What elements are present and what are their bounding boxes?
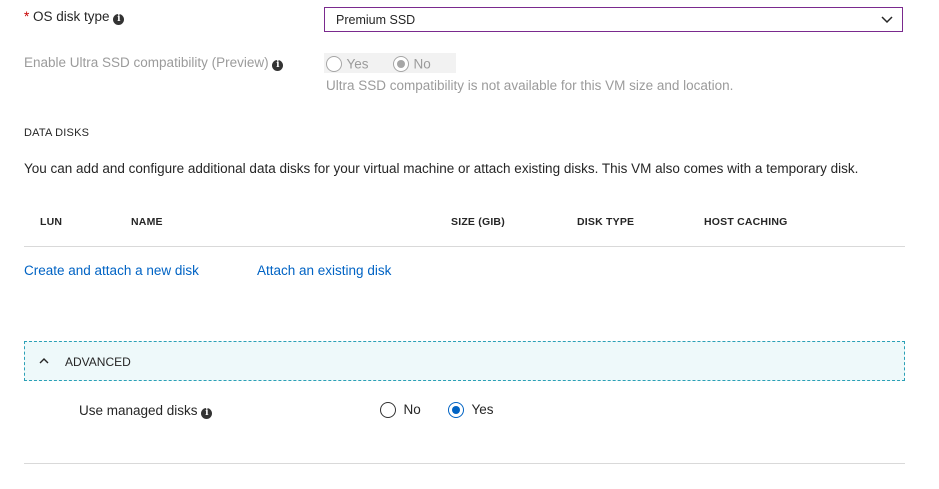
os-disk-type-select[interactable]: Premium SSD xyxy=(324,7,903,32)
create-new-disk-link[interactable]: Create and attach a new disk xyxy=(24,263,199,278)
info-icon[interactable]: i xyxy=(272,60,284,71)
column-header-disk-type: DISK TYPE xyxy=(577,216,635,228)
column-header-lun: LUN xyxy=(40,216,63,228)
data-disks-heading: DATA DISKS xyxy=(24,127,90,139)
managed-disks-label: Use managed disks xyxy=(79,403,198,418)
table-divider xyxy=(24,246,905,247)
column-header-size: SIZE (GIB) xyxy=(451,216,505,228)
managed-disks-yes-label: Yes xyxy=(471,402,494,418)
required-asterisk: * xyxy=(24,9,30,24)
ultra-ssd-yes-option: Yes xyxy=(326,55,368,73)
ultra-ssd-yes-label: Yes xyxy=(346,56,369,72)
ultra-ssd-label-row: Enable Ultra SSD compatibility (Preview)… xyxy=(24,55,284,71)
managed-disks-no-label: No xyxy=(403,402,421,418)
data-disks-description: You can add and configure additional dat… xyxy=(24,161,859,176)
os-disk-type-value: Premium SSD xyxy=(336,13,416,27)
advanced-section-toggle[interactable]: ADVANCED xyxy=(24,341,905,381)
section-divider xyxy=(24,463,905,464)
column-header-host-caching: HOST CACHING xyxy=(704,216,788,228)
chevron-up-icon xyxy=(38,354,50,372)
info-icon[interactable]: i xyxy=(113,14,125,25)
ultra-ssd-no-option: No xyxy=(393,55,431,73)
ultra-ssd-label: Enable Ultra SSD compatibility (Preview) xyxy=(24,55,269,70)
column-header-name: NAME xyxy=(131,216,163,228)
info-icon[interactable]: i xyxy=(201,408,213,419)
managed-disks-yes-radio[interactable] xyxy=(448,401,464,418)
ultra-ssd-no-radio xyxy=(393,55,409,72)
os-disk-type-label-row: * OS disk type i xyxy=(24,9,125,25)
ultra-ssd-note: Ultra SSD compatibility is not available… xyxy=(326,78,734,93)
chevron-down-icon xyxy=(880,12,894,29)
ultra-ssd-yes-radio xyxy=(326,55,342,72)
managed-disks-no-radio[interactable] xyxy=(380,401,396,418)
attach-existing-disk-link[interactable]: Attach an existing disk xyxy=(257,263,391,278)
ultra-ssd-radio-group: Yes No xyxy=(324,53,456,73)
managed-disks-label-row: Use managed disks i xyxy=(79,403,213,419)
managed-disks-no-option[interactable]: No xyxy=(380,401,421,419)
advanced-section-label: ADVANCED xyxy=(65,355,131,369)
managed-disks-yes-option[interactable]: Yes xyxy=(448,401,493,419)
ultra-ssd-no-label: No xyxy=(413,56,431,72)
os-disk-type-label: OS disk type xyxy=(33,9,110,24)
